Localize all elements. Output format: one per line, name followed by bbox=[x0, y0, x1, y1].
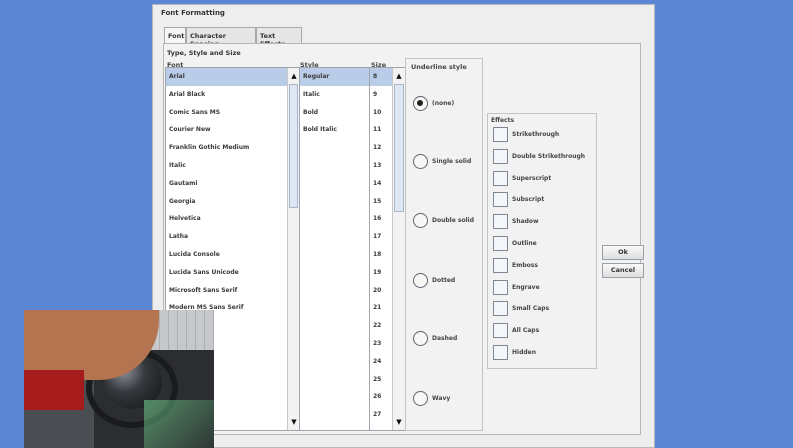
checkbox[interactable] bbox=[493, 192, 508, 208]
style-list-item[interactable]: Bold Italic bbox=[300, 121, 369, 139]
font-list-item[interactable]: Georgia bbox=[166, 193, 299, 211]
font-list-item[interactable]: Gautami bbox=[166, 175, 299, 193]
font-scroll-thumb[interactable] bbox=[289, 84, 298, 208]
effect-option-label: Superscript bbox=[512, 174, 552, 182]
radio-button[interactable] bbox=[413, 391, 428, 406]
checkbox[interactable] bbox=[493, 214, 508, 230]
font-list-item[interactable]: Arial Black bbox=[166, 86, 299, 104]
dialog-title: Font Formatting bbox=[161, 9, 225, 17]
effect-option-label: Strikethrough bbox=[512, 131, 560, 138]
font-list-item[interactable]: Lucida Console bbox=[166, 246, 299, 264]
underline-option-label: Wavy bbox=[432, 395, 451, 402]
scroll-up-icon[interactable]: ▲ bbox=[393, 70, 405, 82]
effect-option-label: Outline bbox=[512, 240, 537, 247]
checkbox[interactable] bbox=[493, 148, 508, 164]
font-list-item[interactable]: Franklin Gothic Medium bbox=[166, 139, 299, 157]
font-list-item[interactable]: Courier New bbox=[166, 121, 299, 139]
sleeve-image bbox=[24, 370, 84, 410]
checkbox[interactable] bbox=[493, 323, 508, 339]
effect-option-label: All Caps bbox=[512, 327, 540, 335]
font-list-item[interactable]: Microsoft Sans Serif bbox=[166, 282, 299, 300]
effect-option-label: Engrave bbox=[512, 283, 540, 291]
style-listbox[interactable]: Regular Italic Bold Bold Italic bbox=[299, 67, 370, 431]
font-list-item[interactable]: Helvetica bbox=[166, 210, 299, 228]
tab-character-spacing[interactable]: Character Spacing bbox=[186, 27, 256, 48]
style-list-item[interactable]: Regular bbox=[300, 68, 369, 86]
size-scrollbar[interactable]: ▲ ▼ bbox=[392, 68, 405, 430]
style-list-item[interactable]: Bold bbox=[300, 104, 369, 122]
underline-option-label: Dotted bbox=[432, 277, 456, 284]
webcam-overlay bbox=[24, 310, 214, 448]
checkbox[interactable] bbox=[493, 345, 508, 360]
cancel-button[interactable]: Cancel bbox=[602, 263, 644, 278]
checkbox[interactable] bbox=[493, 279, 508, 295]
tab-font[interactable]: Font bbox=[164, 27, 186, 43]
size-scroll-thumb[interactable] bbox=[394, 84, 404, 212]
checkbox[interactable] bbox=[493, 236, 508, 251]
effect-option-label: Subscript bbox=[512, 196, 545, 204]
underline-style-group bbox=[405, 58, 483, 431]
scroll-down-icon[interactable]: ▼ bbox=[393, 416, 405, 428]
effect-option-label: Hidden bbox=[512, 349, 537, 356]
font-list-item[interactable]: Lucida Sans Unicode bbox=[166, 264, 299, 282]
radio-button[interactable] bbox=[413, 96, 428, 111]
effect-option-label: Shadow bbox=[512, 218, 539, 226]
font-list-item[interactable]: Latha bbox=[166, 228, 299, 246]
font-list-item[interactable]: Italic bbox=[166, 157, 299, 175]
effect-option-label: Small Caps bbox=[512, 305, 550, 313]
checkbox[interactable] bbox=[493, 127, 508, 142]
font-list-item[interactable]: Comic Sans MS bbox=[166, 104, 299, 122]
checkbox[interactable] bbox=[493, 257, 508, 273]
style-list-item[interactable]: Italic bbox=[300, 86, 369, 104]
checkbox[interactable] bbox=[493, 170, 508, 186]
effect-option-label: Double Strikethrough bbox=[512, 152, 586, 160]
radio-button[interactable] bbox=[413, 213, 428, 228]
underline-option-label: (none) bbox=[432, 100, 455, 107]
ok-button[interactable]: Ok bbox=[602, 245, 644, 260]
radio-button[interactable] bbox=[413, 273, 428, 288]
underline-option-label: Single solid bbox=[432, 158, 472, 165]
type-style-size-title: Type, Style and Size bbox=[167, 49, 241, 57]
checkbox[interactable] bbox=[493, 301, 508, 317]
trackball-glow-image bbox=[144, 400, 214, 448]
style-list: Regular Italic Bold Bold Italic bbox=[300, 68, 369, 139]
radio-button[interactable] bbox=[413, 331, 428, 346]
size-listbox[interactable]: 8 9 10 11 12 13 14 15 16 17 18 19 20 21 22 23 24 25 26 27 ▲… bbox=[369, 67, 406, 431]
underline-option-label: Double solid bbox=[432, 217, 474, 224]
font-formatting-dialog: Font Formatting Font Character Spacing T… bbox=[152, 4, 655, 448]
underline-option-label: Dashed bbox=[432, 335, 458, 342]
font-scrollbar[interactable]: ▲ ▼ bbox=[287, 68, 299, 430]
effects-title: Effects bbox=[491, 117, 515, 124]
radio-button[interactable] bbox=[413, 154, 428, 169]
font-list-item[interactable]: Arial bbox=[166, 68, 299, 86]
underline-style-title: Underline style bbox=[411, 63, 467, 71]
effect-option-label: Emboss bbox=[512, 261, 538, 269]
tab-text-effects[interactable]: Text Effects bbox=[256, 27, 302, 48]
